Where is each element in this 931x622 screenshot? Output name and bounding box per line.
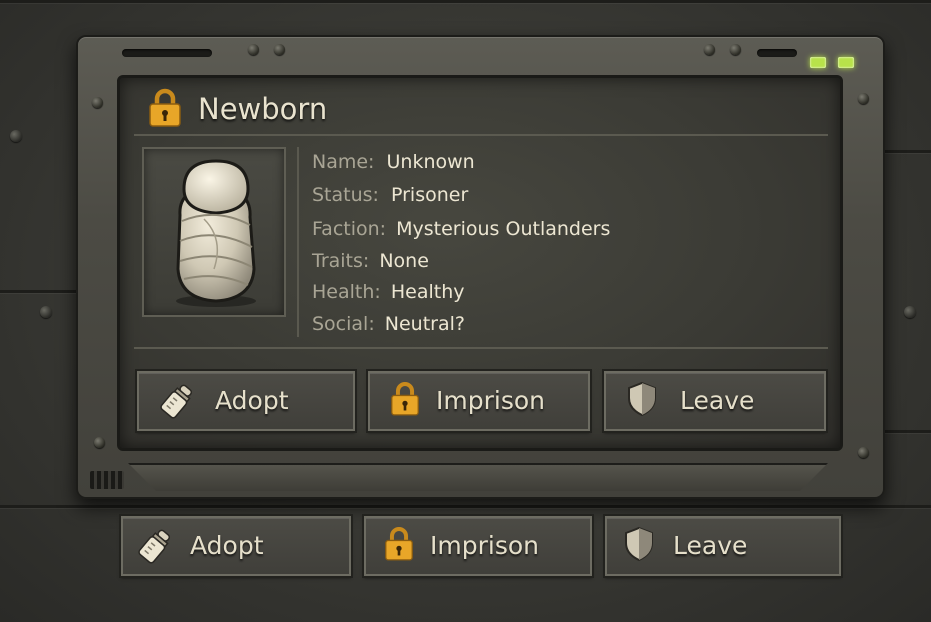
field-label: Status: bbox=[312, 184, 379, 206]
field-faction: Faction: Mysterious Outlanders bbox=[312, 218, 610, 240]
frame-rivet bbox=[248, 44, 259, 55]
section-divider bbox=[134, 347, 828, 349]
leave-button[interactable]: Leave bbox=[602, 369, 828, 433]
lock-icon bbox=[148, 88, 182, 132]
bottom-imprison-button-label: Imprison bbox=[430, 531, 539, 560]
field-traits: Traits: None bbox=[312, 250, 429, 272]
field-name: Name: Unknown bbox=[312, 151, 475, 173]
field-label: Name: bbox=[312, 151, 375, 173]
frame-rivet bbox=[730, 44, 741, 55]
frame-slot bbox=[757, 49, 797, 57]
bottom-leave-button[interactable]: Leave bbox=[603, 514, 843, 578]
field-value: Healthy bbox=[390, 281, 465, 303]
newborn-portrait bbox=[142, 147, 286, 317]
field-status: Status: Prisoner bbox=[312, 184, 468, 206]
swaddled-baby-image bbox=[176, 159, 256, 307]
bottom-leave-button-label: Leave bbox=[673, 531, 748, 560]
bottom-imprison-button[interactable]: Imprison bbox=[362, 514, 594, 578]
dialog-title: Newborn bbox=[198, 92, 328, 126]
wall-seam bbox=[881, 150, 931, 153]
wall-seam bbox=[0, 290, 76, 293]
lock-icon bbox=[384, 526, 414, 566]
baby-bottle-icon bbox=[137, 528, 173, 568]
wall-seam bbox=[0, 505, 931, 508]
dialog-screen: Newborn Name: Unknown Status: Prisoner F… bbox=[117, 75, 843, 451]
wall-seam bbox=[881, 430, 931, 433]
field-label: Traits: bbox=[312, 250, 370, 272]
bottom-adopt-button[interactable]: Adopt bbox=[119, 514, 353, 578]
field-value: Mysterious Outlanders bbox=[396, 218, 611, 240]
field-value: Unknown bbox=[386, 151, 475, 173]
field-label: Faction: bbox=[312, 218, 387, 240]
field-label: Social: bbox=[312, 313, 375, 335]
bottom-adopt-button-label: Adopt bbox=[190, 531, 264, 560]
vent bbox=[90, 471, 124, 489]
wall-rivet bbox=[904, 306, 916, 318]
frame-rivet bbox=[92, 97, 103, 108]
frame-rivet bbox=[704, 44, 715, 55]
wall-seam bbox=[0, 0, 931, 3]
shield-icon bbox=[626, 381, 658, 421]
frame-slot bbox=[122, 49, 212, 57]
field-value: Prisoner bbox=[391, 184, 469, 206]
frame-rivet bbox=[858, 447, 869, 458]
status-led-1 bbox=[810, 57, 826, 68]
wall-rivet bbox=[40, 306, 52, 318]
frame-rivet bbox=[858, 93, 869, 104]
portrait-divider bbox=[297, 147, 299, 337]
shield-icon bbox=[623, 526, 655, 566]
wall-rivet bbox=[10, 130, 22, 142]
frame-bottom-bar bbox=[128, 463, 828, 491]
lock-icon bbox=[390, 381, 420, 421]
frame-rivet bbox=[274, 44, 285, 55]
frame-rivet bbox=[94, 437, 105, 448]
imprison-button-label: Imprison bbox=[436, 386, 545, 415]
leave-button-label: Leave bbox=[680, 386, 755, 415]
imprison-button[interactable]: Imprison bbox=[366, 369, 592, 433]
field-health: Health: Healthy bbox=[312, 281, 464, 303]
title-bar: Newborn bbox=[134, 84, 828, 136]
adopt-button-label: Adopt bbox=[215, 386, 289, 415]
adopt-button[interactable]: Adopt bbox=[135, 369, 357, 433]
field-social: Social: Neutral? bbox=[312, 313, 465, 335]
baby-bottle-icon bbox=[159, 383, 195, 423]
field-label: Health: bbox=[312, 281, 381, 303]
status-led-2 bbox=[838, 57, 854, 68]
field-value: None bbox=[379, 250, 429, 272]
field-value: Neutral? bbox=[384, 313, 465, 335]
